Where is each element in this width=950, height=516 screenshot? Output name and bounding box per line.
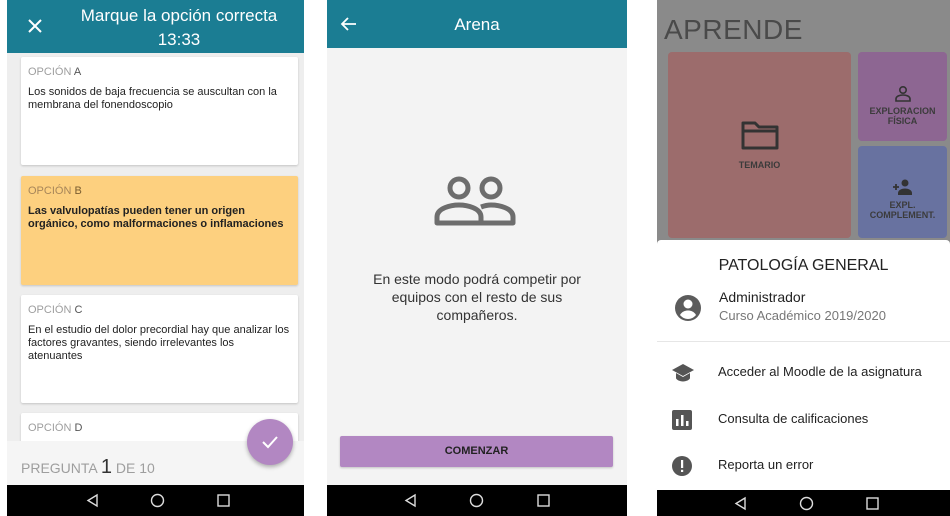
- start-button[interactable]: COMENZAR: [340, 436, 613, 467]
- question-counter: PREGUNTA 1 DE 10: [21, 456, 155, 478]
- option-card-b[interactable]: OPCIÓN B Las valvulopatías pueden tener …: [21, 176, 298, 285]
- home-nav-icon[interactable]: [799, 496, 814, 511]
- option-label: OPCIÓN D: [28, 422, 83, 434]
- account-circle-icon: [675, 295, 701, 321]
- menu-item-label: Acceder al Moodle de la asignatura: [718, 364, 922, 379]
- user-name: Administrador: [719, 289, 806, 305]
- graduation-cap-icon: [672, 364, 694, 382]
- subject-bottom-sheet: PATOLOGÍA GENERAL Administrador Curso Ac…: [657, 240, 950, 516]
- quiz-screen: Marque la opción correcta 13:33 OPCIÓN A…: [7, 0, 304, 516]
- quiz-timer: 13:33: [157, 30, 201, 49]
- recents-nav-icon[interactable]: [865, 496, 880, 511]
- tile-label: EXPL. COMPLEMENT.: [869, 200, 936, 220]
- arena-description: En este modo podrá competir por equipos …: [373, 271, 581, 323]
- check-icon: [262, 436, 278, 449]
- menu-item-label: Reporta un error: [718, 457, 814, 472]
- folder-icon: [741, 121, 779, 150]
- system-nav-bar: [657, 490, 950, 516]
- moodle-menu-item[interactable]: Acceder al Moodle de la asignatura: [657, 359, 950, 387]
- close-icon[interactable]: [23, 14, 47, 38]
- temario-tile[interactable]: TEMARIO: [668, 52, 851, 238]
- home-nav-icon[interactable]: [150, 493, 165, 508]
- option-text: En el estudio del dolor precordial hay q…: [28, 324, 290, 362]
- subject-menu-screen: APRENDE TEMARIO EXPLORACION FÍSICA EXPL.…: [657, 0, 950, 516]
- person-add-icon: [893, 179, 912, 195]
- option-card-c[interactable]: OPCIÓN C En el estudio del dolor precord…: [21, 295, 298, 403]
- confirm-answer-button[interactable]: [247, 419, 293, 465]
- option-label: OPCIÓN B: [28, 185, 82, 197]
- course-year: Curso Académico 2019/2020: [719, 308, 886, 323]
- complementaria-tile[interactable]: EXPL. COMPLEMENT.: [858, 146, 947, 238]
- home-nav-icon[interactable]: [469, 493, 484, 508]
- back-nav-icon[interactable]: [733, 496, 748, 511]
- section-heading: APRENDE: [664, 14, 803, 45]
- back-nav-icon[interactable]: [403, 493, 418, 508]
- subject-title: PATOLOGÍA GENERAL: [718, 257, 889, 274]
- group-icon: [434, 176, 516, 226]
- option-card-a[interactable]: OPCIÓN A Los sonidos de baja frecuencia …: [21, 57, 298, 165]
- bar-chart-icon: [672, 410, 692, 430]
- exploracion-tile[interactable]: EXPLORACION FÍSICA: [858, 52, 947, 141]
- recents-nav-icon[interactable]: [216, 493, 231, 508]
- alert-icon: [672, 456, 692, 476]
- grades-menu-item[interactable]: Consulta de calificaciones: [657, 406, 950, 434]
- option-label: OPCIÓN C: [28, 304, 83, 316]
- recents-nav-icon[interactable]: [536, 493, 551, 508]
- arena-title: Arena: [454, 15, 500, 34]
- option-text: Los sonidos de baja frecuencia se auscul…: [28, 86, 277, 111]
- quiz-title: Marque la opción correcta: [80, 6, 278, 25]
- option-text: Las valvulopatías pueden tener un origen…: [28, 205, 284, 230]
- option-label: OPCIÓN A: [28, 66, 82, 78]
- system-nav-bar: [7, 485, 304, 516]
- person-outline-icon: [895, 85, 911, 102]
- tile-label: EXPLORACION FÍSICA: [869, 106, 936, 126]
- arena-screen: Arena En este modo podrá competir por eq…: [327, 0, 627, 516]
- quiz-header: Marque la opción correcta 13:33: [7, 0, 304, 53]
- report-error-menu-item[interactable]: Reporta un error: [657, 452, 950, 480]
- divider: [657, 341, 950, 342]
- menu-item-label: Consulta de calificaciones: [718, 411, 869, 426]
- back-nav-icon[interactable]: [85, 493, 100, 508]
- arena-header: Arena: [327, 0, 627, 48]
- tile-label: TEMARIO: [738, 160, 781, 170]
- system-nav-bar: [327, 485, 627, 516]
